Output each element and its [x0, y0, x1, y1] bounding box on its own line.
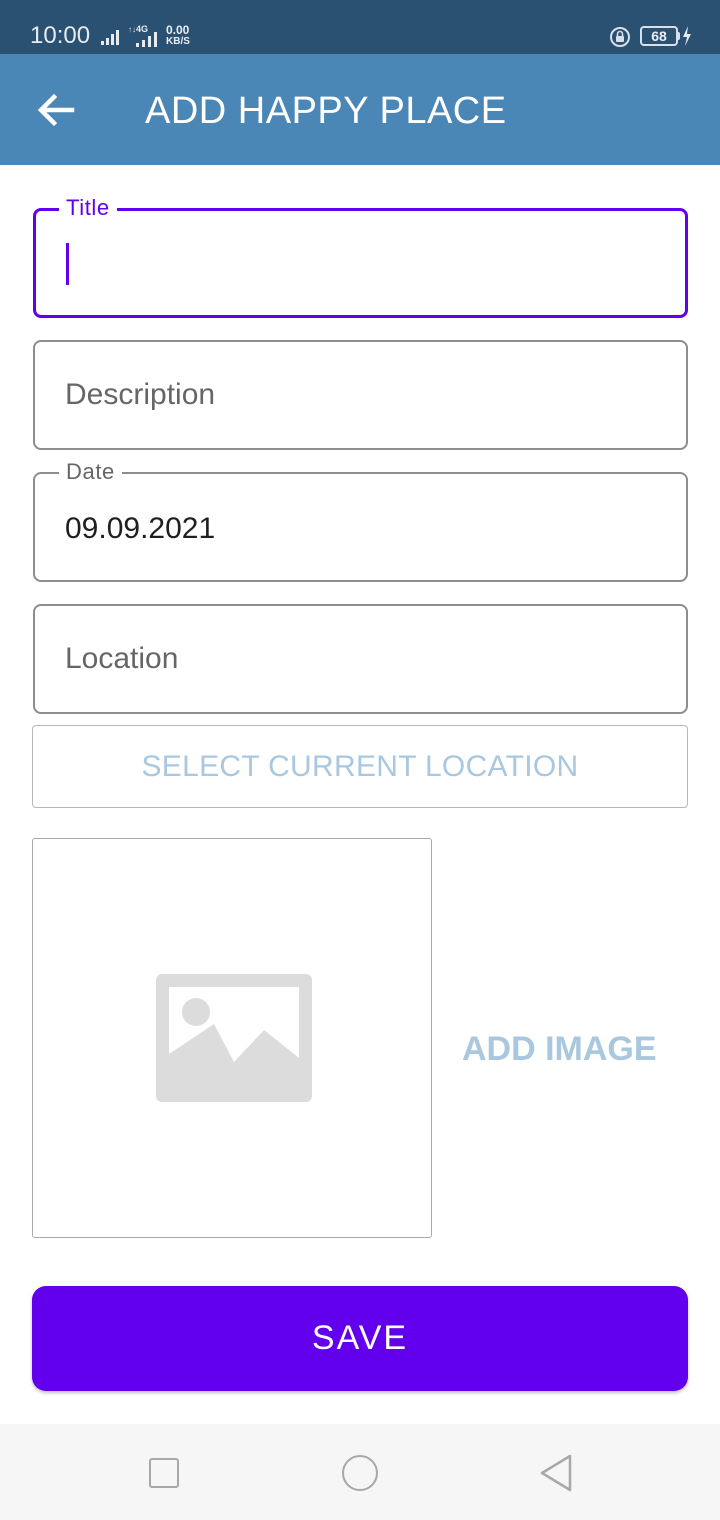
date-field[interactable]: Date 09.09.2021 [33, 460, 688, 582]
description-placeholder: Description [65, 378, 216, 411]
select-current-location-button[interactable]: SELECT CURRENT LOCATION [32, 725, 688, 808]
save-button[interactable]: SAVE [32, 1286, 688, 1391]
recent-apps-square-icon[interactable] [149, 1458, 179, 1488]
title-field[interactable]: Title [33, 196, 688, 318]
signal-strength-icon [101, 30, 119, 45]
status-time: 10:00 [30, 22, 91, 49]
battery-tip [677, 32, 680, 40]
location-placeholder: Location [65, 642, 179, 675]
date-field-label: Date [59, 460, 122, 484]
text-cursor [66, 243, 69, 285]
app-bar: ADD HAPPY PLACE [0, 54, 720, 165]
back-arrow-icon[interactable] [30, 86, 80, 134]
rotation-lock-icon [610, 27, 630, 47]
description-field[interactable]: Description [33, 340, 688, 450]
place-image-preview [32, 838, 432, 1238]
location-field[interactable]: Location [33, 604, 688, 714]
data-activity-icon: ↑↓ [128, 25, 136, 34]
network-speed-unit: KB/S [166, 36, 190, 47]
signal-strength-icon [136, 32, 157, 47]
title-field-label: Title [59, 196, 117, 220]
home-circle-icon[interactable] [342, 1455, 378, 1491]
page-title: ADD HAPPY PLACE [145, 90, 507, 132]
system-nav-bar [0, 1424, 720, 1520]
back-triangle-icon[interactable] [538, 1453, 574, 1493]
charging-bolt-icon [683, 26, 691, 46]
status-bar: 10:00 ↑↓ 4G 0.00 KB/S 68 [0, 0, 720, 54]
image-placeholder-icon [156, 974, 312, 1102]
add-image-button[interactable]: ADD IMAGE [462, 1030, 657, 1069]
battery-indicator: 68 [640, 26, 678, 46]
date-field-value: 09.09.2021 [65, 512, 216, 545]
network-speed-value: 0.00 [166, 23, 190, 37]
